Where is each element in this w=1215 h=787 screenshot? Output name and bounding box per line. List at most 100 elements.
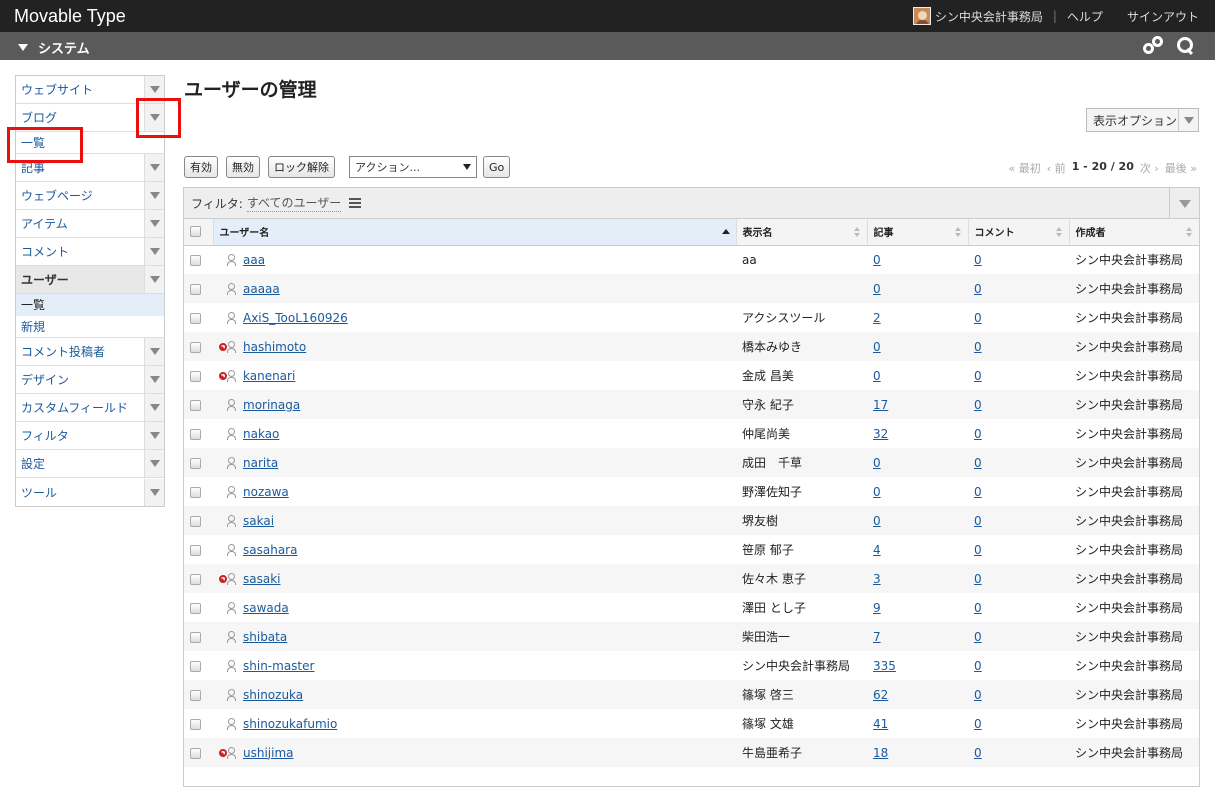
select-all-checkbox[interactable] bbox=[190, 226, 201, 237]
row-checkbox[interactable] bbox=[190, 341, 201, 353]
comments-count-link[interactable]: 0 bbox=[974, 717, 982, 731]
username-link[interactable]: sasahara bbox=[243, 543, 297, 557]
username-link[interactable]: AxiS_TooL160926 bbox=[243, 311, 348, 325]
disable-button[interactable]: 無効 bbox=[226, 156, 260, 178]
link-icon[interactable] bbox=[1143, 36, 1165, 56]
chevron-down-icon[interactable] bbox=[144, 366, 164, 393]
sidebar-item-tools[interactable]: ツール bbox=[16, 478, 164, 506]
chevron-down-icon[interactable] bbox=[144, 238, 164, 265]
username-link[interactable]: nakao bbox=[243, 427, 279, 441]
comments-count-link[interactable]: 0 bbox=[974, 514, 982, 528]
username-link[interactable]: narita bbox=[243, 456, 278, 470]
username-link[interactable]: shin-master bbox=[243, 659, 314, 673]
comments-count-link[interactable]: 0 bbox=[974, 688, 982, 702]
comments-count-link[interactable]: 0 bbox=[974, 253, 982, 267]
user-name-link[interactable]: シン中央会計事務局 bbox=[935, 8, 1043, 25]
sidebar-item-assets[interactable]: アイテム bbox=[16, 210, 164, 238]
sidebar-item-users[interactable]: ユーザー bbox=[16, 266, 164, 294]
row-checkbox[interactable] bbox=[190, 312, 201, 324]
signout-link[interactable]: サインアウト bbox=[1127, 8, 1199, 25]
sidebar-item-custom-fields[interactable]: カスタムフィールド bbox=[16, 394, 164, 422]
sidebar-item-filters[interactable]: フィルタ bbox=[16, 422, 164, 450]
sidebar-item-design[interactable]: デザイン bbox=[16, 366, 164, 394]
entries-count-link[interactable]: 18 bbox=[873, 746, 888, 760]
comments-count-link[interactable]: 0 bbox=[974, 601, 982, 615]
row-checkbox[interactable] bbox=[190, 457, 201, 469]
display-options-button[interactable]: 表示オプション bbox=[1086, 108, 1199, 132]
row-checkbox[interactable] bbox=[190, 486, 201, 498]
sidebar-item-settings[interactable]: 設定 bbox=[16, 450, 164, 478]
comments-count-link[interactable]: 0 bbox=[974, 456, 982, 470]
username-link[interactable]: hashimoto bbox=[243, 340, 306, 354]
search-icon[interactable] bbox=[1177, 37, 1195, 55]
sidebar-item-comments[interactable]: コメント bbox=[16, 238, 164, 266]
comments-count-link[interactable]: 0 bbox=[974, 340, 982, 354]
row-checkbox[interactable] bbox=[190, 399, 201, 411]
row-checkbox[interactable] bbox=[190, 515, 201, 527]
list-icon[interactable] bbox=[349, 198, 362, 208]
chevron-down-icon[interactable] bbox=[144, 266, 164, 293]
username-link[interactable]: shinozukafumio bbox=[243, 717, 337, 731]
row-checkbox[interactable] bbox=[190, 718, 201, 730]
username-link[interactable]: shinozuka bbox=[243, 688, 303, 702]
username-link[interactable]: morinaga bbox=[243, 398, 300, 412]
row-checkbox[interactable] bbox=[190, 631, 201, 643]
entries-count-link[interactable]: 335 bbox=[873, 659, 896, 673]
row-checkbox[interactable] bbox=[190, 747, 201, 759]
username-link[interactable]: nozawa bbox=[243, 485, 289, 499]
go-button[interactable]: Go bbox=[483, 156, 511, 178]
row-checkbox[interactable] bbox=[190, 602, 201, 614]
row-checkbox[interactable] bbox=[190, 370, 201, 382]
entries-count-link[interactable]: 9 bbox=[873, 601, 881, 615]
column-header-entries[interactable]: 記事 bbox=[867, 219, 969, 246]
chevron-down-icon[interactable] bbox=[144, 394, 164, 421]
entries-count-link[interactable]: 0 bbox=[873, 340, 881, 354]
entries-count-link[interactable]: 4 bbox=[873, 543, 881, 557]
row-checkbox[interactable] bbox=[190, 660, 201, 672]
column-header-comments[interactable]: コメント bbox=[968, 219, 1070, 246]
comments-count-link[interactable]: 0 bbox=[974, 427, 982, 441]
username-link[interactable]: sawada bbox=[243, 601, 289, 615]
comments-count-link[interactable]: 0 bbox=[974, 369, 982, 383]
row-checkbox[interactable] bbox=[190, 428, 201, 440]
username-link[interactable]: ushijima bbox=[243, 746, 294, 760]
entries-count-link[interactable]: 0 bbox=[873, 514, 881, 528]
row-checkbox[interactable] bbox=[190, 254, 201, 266]
comments-count-link[interactable]: 0 bbox=[974, 398, 982, 412]
sidebar-subitem-users-list[interactable]: 一覧 bbox=[16, 294, 164, 316]
comments-count-link[interactable]: 0 bbox=[974, 485, 982, 499]
row-checkbox[interactable] bbox=[190, 544, 201, 556]
entries-count-link[interactable]: 62 bbox=[873, 688, 888, 702]
sidebar-subitem-users-new[interactable]: 新規 bbox=[16, 316, 164, 338]
filter-value-link[interactable]: すべてのユーザー bbox=[246, 194, 342, 212]
chevron-down-icon[interactable] bbox=[144, 450, 164, 477]
username-link[interactable]: sasaki bbox=[243, 572, 281, 586]
username-link[interactable]: aaaaa bbox=[243, 282, 280, 296]
column-header-username[interactable]: ユーザー名 bbox=[213, 219, 737, 246]
chevron-down-icon[interactable] bbox=[144, 338, 164, 365]
comments-count-link[interactable]: 0 bbox=[974, 659, 982, 673]
comments-count-link[interactable]: 0 bbox=[974, 282, 982, 296]
entries-count-link[interactable]: 0 bbox=[873, 253, 881, 267]
scope-selector[interactable]: システム bbox=[18, 38, 90, 57]
column-header-author[interactable]: 作成者 bbox=[1069, 219, 1199, 246]
chevron-down-icon[interactable] bbox=[144, 154, 164, 181]
entries-count-link[interactable]: 0 bbox=[873, 282, 881, 296]
username-link[interactable]: kanenari bbox=[243, 369, 295, 383]
entries-count-link[interactable]: 2 bbox=[873, 311, 881, 325]
unlock-button[interactable]: ロック解除 bbox=[268, 156, 335, 178]
brand-logo[interactable]: Movable Type bbox=[14, 6, 126, 27]
entries-count-link[interactable]: 41 bbox=[873, 717, 888, 731]
username-link[interactable]: aaa bbox=[243, 253, 265, 267]
chevron-down-icon[interactable] bbox=[144, 210, 164, 237]
entries-count-link[interactable]: 0 bbox=[873, 485, 881, 499]
column-header-display-name[interactable]: 表示名 bbox=[736, 219, 868, 246]
username-link[interactable]: shibata bbox=[243, 630, 287, 644]
comments-count-link[interactable]: 0 bbox=[974, 572, 982, 586]
sidebar-item-commenters[interactable]: コメント投稿者 bbox=[16, 338, 164, 366]
comments-count-link[interactable]: 0 bbox=[974, 630, 982, 644]
sidebar-item-pages[interactable]: ウェブページ bbox=[16, 182, 164, 210]
comments-count-link[interactable]: 0 bbox=[974, 311, 982, 325]
comments-count-link[interactable]: 0 bbox=[974, 543, 982, 557]
username-link[interactable]: sakai bbox=[243, 514, 274, 528]
